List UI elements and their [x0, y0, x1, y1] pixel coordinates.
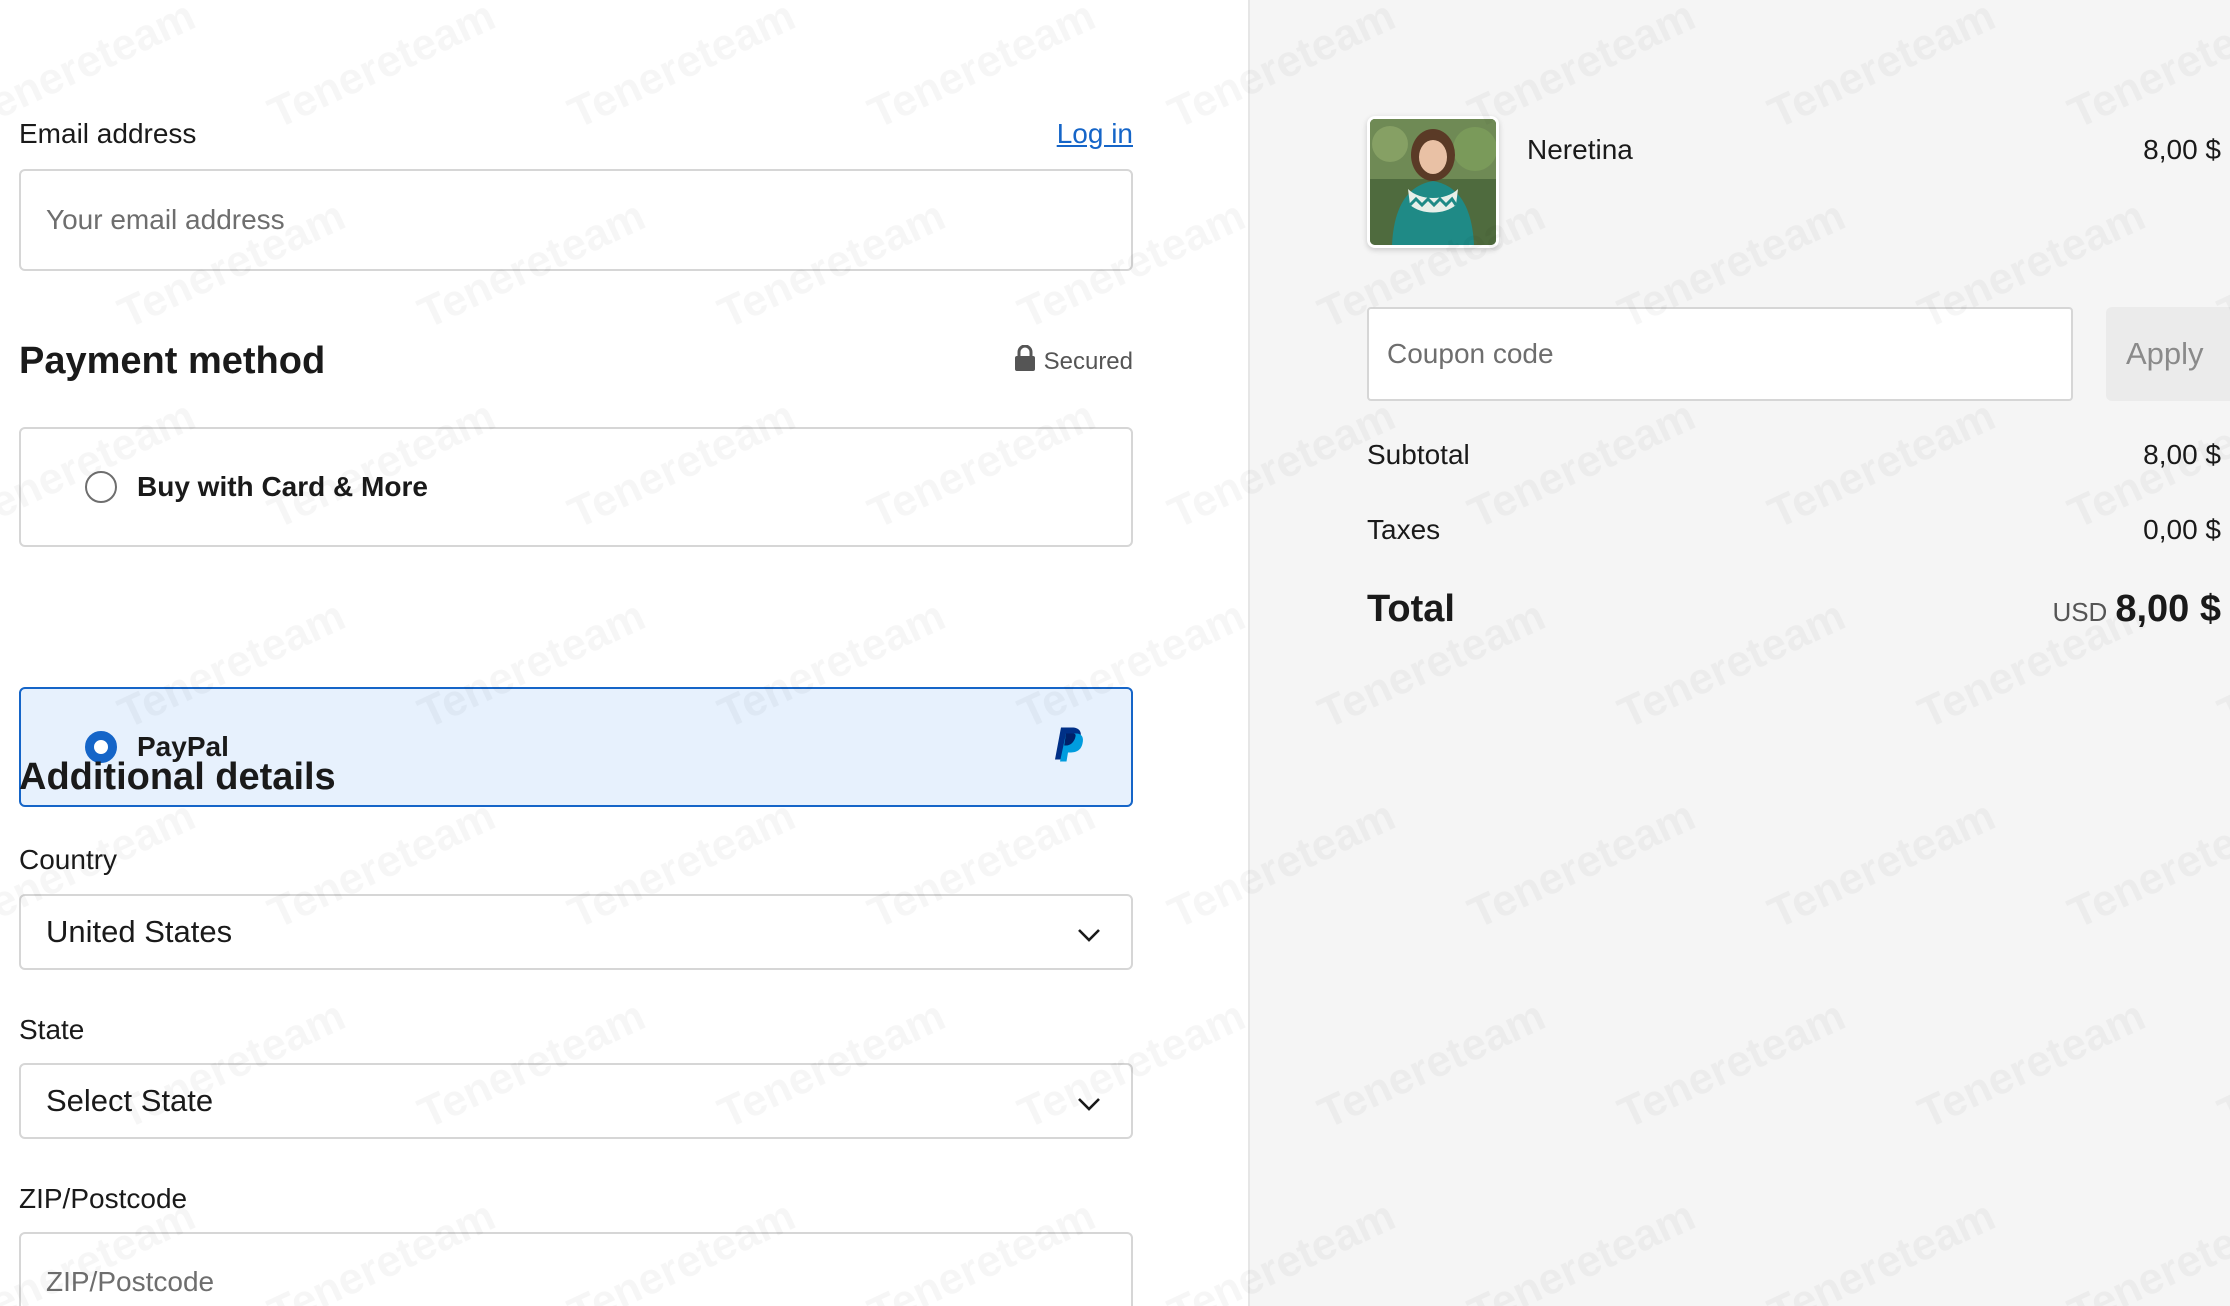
payment-method-title: Payment method [19, 340, 326, 382]
apply-coupon-button[interactable]: Apply [2106, 307, 2230, 401]
payment-option-card-label: Buy with Card & More [137, 471, 428, 502]
state-label: State [19, 1014, 85, 1045]
payment-option-card[interactable]: Buy with Card & More [19, 427, 1133, 547]
subtotal-row: Subtotal 8,00 $ [1367, 439, 2221, 471]
subtotal-value: 8,00 $ [2143, 439, 2221, 470]
email-label: Email address [19, 118, 197, 149]
email-input[interactable] [19, 169, 1133, 271]
zip-input[interactable] [19, 1232, 1133, 1306]
state-select[interactable]: Select State [19, 1063, 1133, 1139]
chevron-down-icon [1077, 914, 1101, 950]
zip-label: ZIP/Postcode [19, 1183, 188, 1214]
checkout-page: Email address Log in Payment method Secu… [0, 0, 2230, 1306]
country-select-value: United States [46, 914, 233, 949]
country-select[interactable]: United States [19, 894, 1133, 970]
order-summary-panel: Neretina 8,00 $ Apply Subtotal 8,00 $ Ta… [1248, 0, 2230, 1306]
coupon-input[interactable] [1367, 307, 2073, 401]
additional-details-title: Additional details [19, 756, 336, 798]
checkout-form-panel: Email address Log in Payment method Secu… [0, 0, 1248, 1306]
total-value-group: USD 8,00 $ [2052, 588, 2221, 631]
state-select-value: Select State [46, 1083, 214, 1118]
secured-indicator: Secured [1014, 344, 1133, 378]
lock-icon [1014, 344, 1036, 378]
secured-label: Secured [1043, 347, 1133, 375]
login-link[interactable]: Log in [1057, 118, 1133, 150]
total-currency: USD [2052, 597, 2108, 627]
product-name: Neretina [1527, 134, 1633, 165]
total-row: Total USD 8,00 $ [1367, 588, 2221, 631]
email-header: Email address Log in [19, 118, 1133, 150]
product-image [1367, 116, 1499, 248]
product-price: 8,00 $ [2143, 134, 2221, 165]
subtotal-label: Subtotal [1367, 439, 1470, 470]
radio-card[interactable] [85, 471, 117, 503]
chevron-down-icon [1077, 1083, 1101, 1119]
payment-header: Payment method Secured [19, 340, 1133, 383]
total-amount: 8,00 $ [2115, 588, 2221, 630]
country-label: Country [19, 844, 118, 875]
taxes-row: Taxes 0,00 $ [1367, 514, 2221, 546]
taxes-value: 0,00 $ [2143, 514, 2221, 545]
total-label: Total [1367, 588, 1455, 630]
taxes-label: Taxes [1367, 514, 1441, 545]
